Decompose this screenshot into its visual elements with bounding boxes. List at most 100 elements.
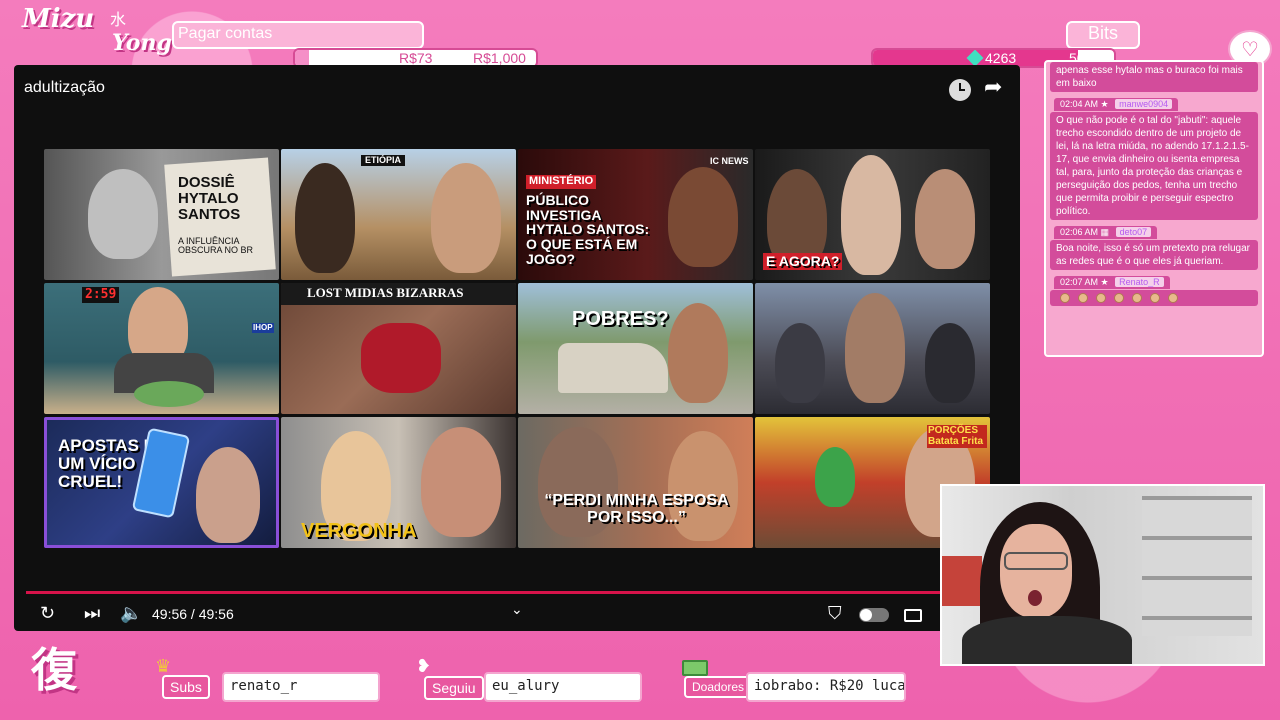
- thumbnail-title: “PERDI MINHA ESPOSA POR ISSO...”: [544, 492, 729, 526]
- chat-time: 02:06 AM: [1060, 227, 1099, 237]
- suggested-video-thumbnail[interactable]: DOSSIÊ HYTALO SANTOS A INFLUÊNCIA OBSCUR…: [44, 149, 279, 280]
- crown-icon: ♛: [155, 656, 172, 677]
- thumbnail-title: POBRES?: [572, 308, 669, 330]
- suggested-video-thumbnail[interactable]: VERGONHA: [281, 417, 516, 548]
- latest-sub-field: renato_r: [222, 672, 380, 702]
- chat-message-text: apenas esse hytalo mas o buraco foi mais…: [1050, 62, 1258, 92]
- chat-time: 02:04 AM: [1060, 99, 1099, 109]
- video-progress-bar[interactable]: [26, 591, 1008, 594]
- thumbnail-title: VERGONHA: [301, 520, 417, 542]
- thumbnail-person: [775, 323, 825, 403]
- emote-icon: [1132, 293, 1142, 303]
- money-icon: [682, 660, 708, 676]
- follow-label: Seguiu: [424, 676, 484, 700]
- autoplay-toggle[interactable]: [859, 608, 889, 622]
- thumbnail-title: LOST MIDIAS BIZARRAS: [307, 285, 464, 300]
- emote-icon: [1060, 293, 1070, 303]
- hearts-icon: ❥: [416, 656, 432, 677]
- suggested-video-thumbnail[interactable]: POBRES?: [518, 283, 753, 414]
- thumbnail-tag: MINISTÉRIO: [526, 175, 597, 189]
- chat-username[interactable]: deto07: [1115, 227, 1152, 237]
- video-player[interactable]: adultização ➦ DOSSIÊ HYTALO SANTOS A INF…: [14, 65, 1020, 631]
- donors-label: Doadores: [684, 676, 753, 698]
- channel-logo: Mizu 水 Yong: [22, 4, 172, 62]
- goal-label: Pagar contas: [172, 21, 424, 49]
- webcam-background-object: [942, 556, 982, 606]
- suggested-video-thumbnail[interactable]: E AGORA?: [755, 149, 990, 280]
- star-icon: ★: [1100, 277, 1109, 287]
- thumbnail-logo: IC NEWS: [710, 156, 749, 166]
- goal-progress-fill: [295, 50, 310, 66]
- thumbnail-sign: PORÇÕES Batata Frita: [927, 425, 987, 448]
- suggested-video-thumbnail[interactable]: ETIÓPIA: [281, 149, 516, 280]
- logo-sub-text: Yong: [112, 30, 172, 56]
- thumbnail-tag: ETIÓPIA: [361, 155, 406, 167]
- webcam-streamer-glasses: [1004, 552, 1068, 570]
- emote-icon: [1114, 293, 1124, 303]
- thumbnail-face: [196, 447, 260, 543]
- webcam-feed: [940, 484, 1265, 666]
- latest-follow-field: eu_alury: [484, 672, 642, 702]
- thumbnail-title: DOSSIÊ HYTALO SANTOS: [178, 174, 241, 223]
- thumbnail-face: [88, 169, 158, 259]
- chat-message-emotes: [1050, 290, 1258, 306]
- emote-icon: [1078, 293, 1088, 303]
- thumbnail-face: [915, 169, 975, 269]
- suggested-video-thumbnail[interactable]: MINISTÉRIO PÚBLICO INVESTIGA HYTALO SANT…: [518, 149, 753, 280]
- thumbnail-title: PÚBLICO INVESTIGA HYTALO SANTOS: O QUE E…: [526, 192, 650, 267]
- thumbnail-car: [558, 343, 668, 393]
- watch-later-icon[interactable]: [949, 79, 971, 101]
- video-time: 49:56 / 49:56: [152, 606, 234, 622]
- thumbnail-subtitle: A INFLUÊNCIA OBSCURA NO BR: [178, 236, 254, 256]
- share-icon[interactable]: ➦: [984, 75, 1002, 100]
- chat-username[interactable]: manwe0904: [1115, 99, 1173, 109]
- emote-icon: [1096, 293, 1106, 303]
- logo-kanji: 水: [110, 10, 127, 29]
- emote-icon: [1150, 293, 1160, 303]
- thumbnail-face: [421, 427, 501, 537]
- chat-message-header: 02:07 AM ★ Renato_R: [1054, 276, 1170, 289]
- chat-message-header: 02:06 AM ▦ deto07: [1054, 226, 1158, 239]
- thumbnail-sign: IHOP: [252, 323, 274, 334]
- chat-username[interactable]: Renato_R: [1115, 277, 1164, 287]
- thumbnail-face: [668, 167, 738, 267]
- video-title: adultização: [24, 79, 105, 96]
- shield-icon[interactable]: ⛉: [828, 603, 842, 624]
- thumbnail-stain: [361, 323, 441, 393]
- webcam-background-shelf: [1142, 496, 1252, 636]
- thumbnail-person: [295, 163, 355, 273]
- chat-message-text: O que não pode é o tal do "jabuti": aque…: [1050, 112, 1258, 220]
- thumbnail-person: [815, 447, 855, 507]
- subs-label: Subs: [162, 675, 210, 699]
- webcam-streamer-shirt: [962, 616, 1132, 664]
- chat-message-text: Boa noite, isso é só um pretexto pra rel…: [1050, 240, 1258, 270]
- bits-label: Bits: [1066, 21, 1140, 49]
- thumbnail-waffle: [134, 381, 204, 407]
- thumbnail-clock: 2:59: [82, 287, 120, 303]
- suggested-video-thumbnail[interactable]: “PERDI MINHA ESPOSA POR ISSO...”: [518, 417, 753, 548]
- thumbnail-person: [431, 163, 501, 273]
- chevron-down-icon[interactable]: ⌄: [511, 601, 523, 618]
- suggested-video-thumbnail-selected[interactable]: APOSTAS É UM VÍCIO CRUEL!: [44, 417, 279, 548]
- thumbnail-face: [841, 155, 901, 275]
- star-icon: ★: [1100, 99, 1109, 109]
- suggested-video-thumbnail[interactable]: [755, 283, 990, 414]
- latest-donors-field: iobrabo: R$20 lucas: [746, 672, 906, 702]
- emote-icon: [1168, 293, 1178, 303]
- kanji-badge: 復: [31, 643, 77, 697]
- thumbnail-person: [845, 293, 905, 403]
- suggested-video-thumbnail[interactable]: LOST MIDIAS BIZARRAS: [281, 283, 516, 414]
- thumbnail-face: [668, 303, 728, 403]
- next-icon[interactable]: ⏭: [84, 603, 100, 624]
- subtitles-icon[interactable]: [904, 609, 922, 622]
- suggested-video-thumbnail[interactable]: 2:59 IHOP: [44, 283, 279, 414]
- thumbnail-title: E AGORA?: [763, 253, 843, 270]
- volume-icon[interactable]: 🔈: [120, 603, 142, 624]
- goal-current: R$73: [399, 50, 433, 66]
- replay-icon[interactable]: ↻: [40, 603, 55, 624]
- player-controls: ↻ ⏭ 🔈 49:56 / 49:56 ⌄ ⛉: [14, 599, 1020, 629]
- chat-panel: apenas esse hytalo mas o buraco foi mais…: [1044, 60, 1264, 357]
- bits-current: 4263: [985, 50, 1017, 66]
- thumbnail-person: [925, 323, 975, 403]
- webcam-streamer-mouth: [1028, 590, 1042, 606]
